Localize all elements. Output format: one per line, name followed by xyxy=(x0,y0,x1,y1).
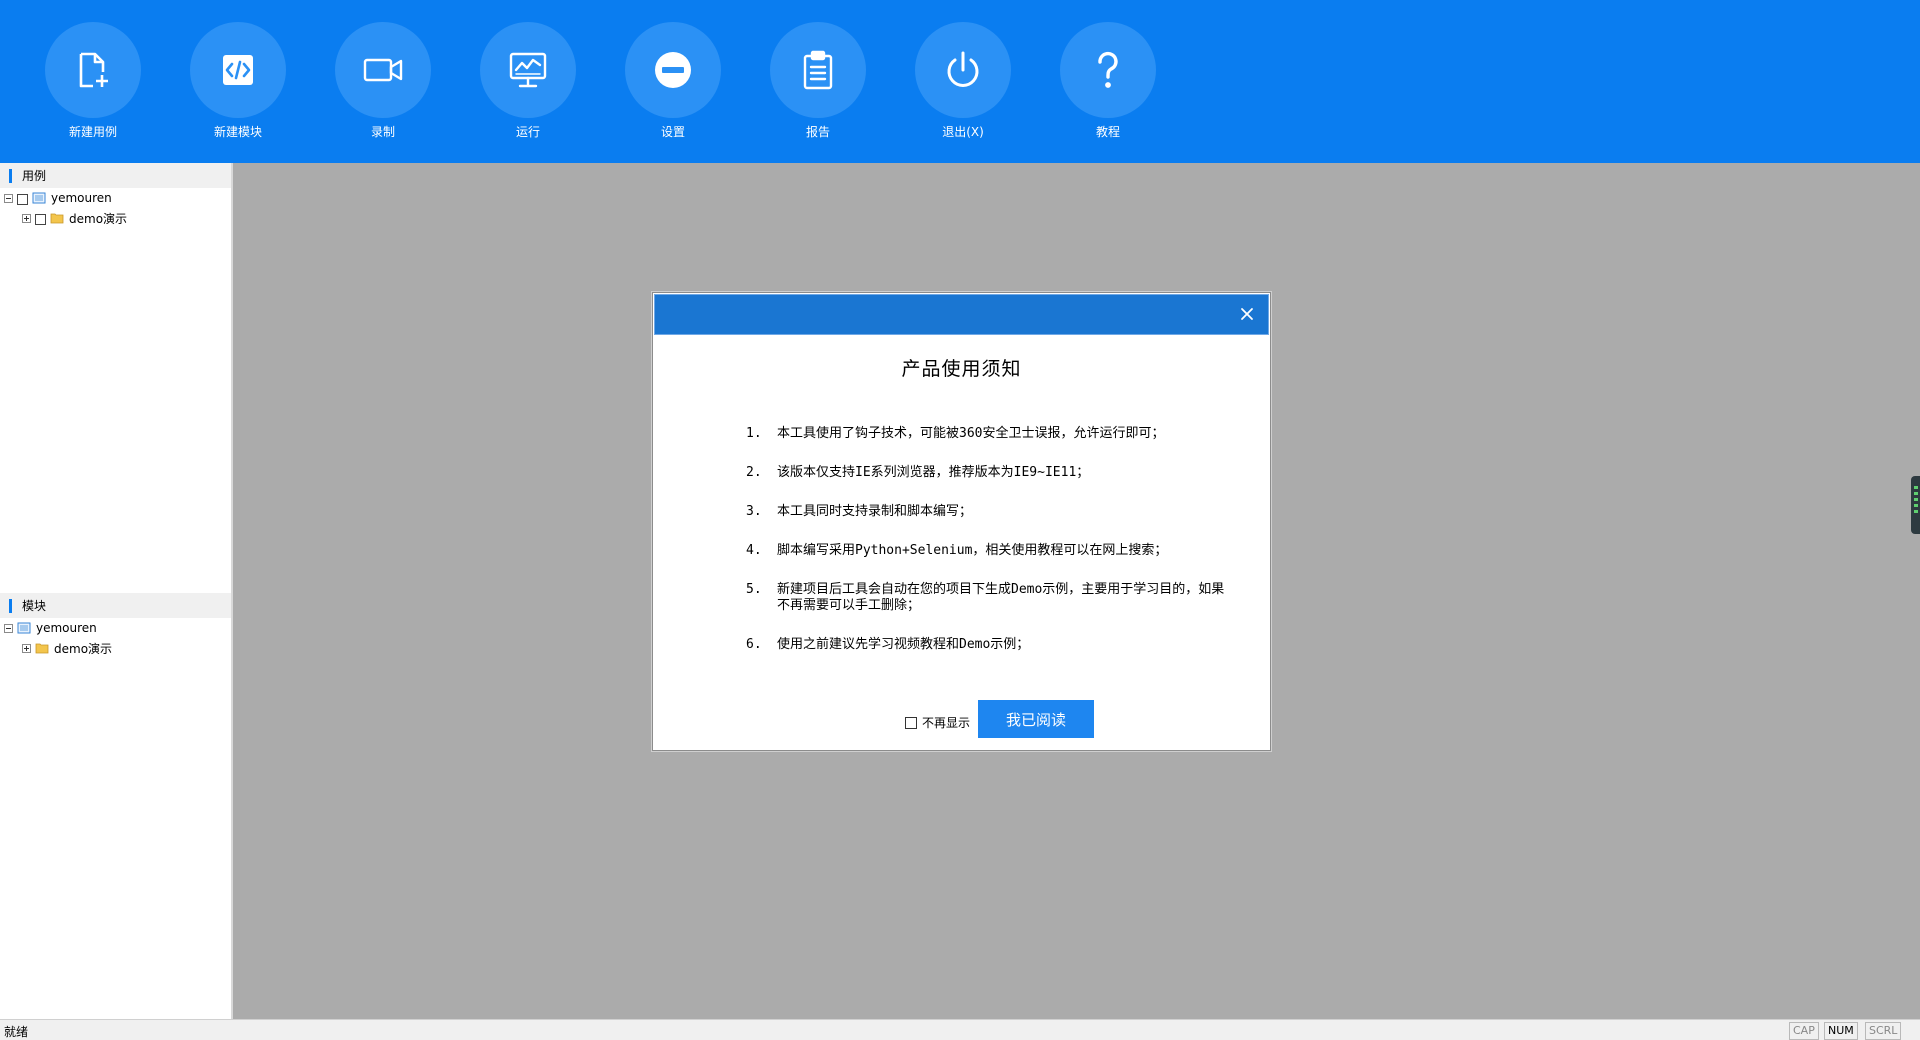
read-confirm-button[interactable]: 我已阅读 xyxy=(978,700,1095,738)
project-icon xyxy=(17,622,31,634)
tutorial-button[interactable]: 教程 xyxy=(1053,22,1163,142)
scroll-lock-indicator: SCRL xyxy=(1865,1022,1902,1040)
new-case-label: 新建用例 xyxy=(68,125,117,139)
modules-demo-label: demo演示 xyxy=(54,641,113,656)
clipboard-icon xyxy=(770,22,866,118)
power-icon xyxy=(915,22,1011,118)
num-lock-indicator: NUM xyxy=(1824,1022,1858,1040)
notice-dialog: 产品使用须知 1. 本工具使用了钩子技术，可能被360安全卫士误报，允许运行即可… xyxy=(652,292,1271,751)
cases-demo-label: demo演示 xyxy=(69,211,128,226)
folder-icon xyxy=(50,213,64,224)
cases-panel-title: 用例 xyxy=(22,169,47,183)
settings-button[interactable]: 设置 xyxy=(618,22,728,142)
record-button[interactable]: 录制 xyxy=(328,22,438,142)
notice-item: 2. 该版本仅支持IE系列浏览器，推荐版本为IE9~IE11； xyxy=(746,465,1090,480)
question-icon xyxy=(1060,22,1156,118)
notice-item: 5. 新建项目后工具会自动在您的项目下生成Demo示例，主要用于学习目的，如果不… xyxy=(746,582,1225,613)
report-button[interactable]: 报告 xyxy=(763,22,873,142)
modules-tree-root[interactable]: yemouren xyxy=(0,618,231,638)
dialog-titlebar[interactable] xyxy=(654,294,1269,335)
status-bar: 就绪 CAP NUM SCRL xyxy=(0,1019,1920,1040)
modules-panel-title: 模块 xyxy=(22,599,47,613)
dont-show-label: 不再显示 xyxy=(922,716,971,730)
new-module-label: 新建模块 xyxy=(213,125,262,139)
tree-checkbox[interactable] xyxy=(35,214,46,225)
collapse-toggle[interactable] xyxy=(4,193,13,203)
header-accent-bar xyxy=(9,168,12,183)
run-label: 运行 xyxy=(515,125,540,139)
dont-show-checkbox[interactable]: 不再显示 xyxy=(905,714,970,731)
checkbox-box[interactable] xyxy=(905,716,917,729)
app-window: 新建用例 新建模块 录制 运行 设置 报告 退出(X) 教程 用例 yemour… xyxy=(0,0,1920,1040)
record-label: 录制 xyxy=(370,125,395,139)
cases-panel: 用例 yemouren demo演示 xyxy=(0,163,231,228)
tutorial-label: 教程 xyxy=(1095,125,1120,139)
cases-tree-demo[interactable]: demo演示 xyxy=(0,208,231,228)
expand-toggle[interactable] xyxy=(22,643,31,653)
cases-panel-header: 用例 xyxy=(0,163,231,188)
left-sidebar: 用例 yemouren demo演示 模块 yemouren demo演示 xyxy=(0,163,233,1019)
dialog-footer: 不再显示 我已阅读 xyxy=(905,700,1095,738)
tree-checkbox[interactable] xyxy=(17,194,28,205)
minus-circle-icon xyxy=(625,22,721,118)
collapse-toggle[interactable] xyxy=(4,623,13,633)
modules-root-label: yemouren xyxy=(36,621,97,635)
run-button[interactable]: 运行 xyxy=(473,22,583,142)
modules-panel-header: 模块 xyxy=(0,593,231,618)
close-icon[interactable] xyxy=(1238,305,1256,323)
report-label: 报告 xyxy=(805,125,830,139)
folder-icon xyxy=(35,643,49,654)
header-accent-bar xyxy=(9,598,12,613)
notice-item: 4. 脚本编写采用Python+Selenium，相关使用教程可以在网上搜索； xyxy=(746,543,1168,558)
exit-label: 退出(X) xyxy=(942,125,984,139)
settings-label: 设置 xyxy=(660,125,685,139)
main-toolbar: 新建用例 新建模块 录制 运行 设置 报告 退出(X) 教程 xyxy=(0,0,1920,163)
monitor-chart-icon xyxy=(480,22,576,118)
cases-root-label: yemouren xyxy=(51,191,112,205)
caps-lock-indicator: CAP xyxy=(1789,1022,1819,1040)
dialog-heading: 产品使用须知 xyxy=(901,358,1022,380)
new-case-button[interactable]: 新建用例 xyxy=(38,22,148,142)
notice-list: 1. 本工具使用了钩子技术，可能被360安全卫士误报，允许运行即可； 2. 该版… xyxy=(746,426,1236,676)
code-file-icon xyxy=(190,22,286,118)
new-file-icon xyxy=(45,22,141,118)
new-module-button[interactable]: 新建模块 xyxy=(183,22,293,142)
exit-button[interactable]: 退出(X) xyxy=(908,22,1018,142)
video-camera-icon xyxy=(335,22,431,118)
side-dock-handle[interactable] xyxy=(1911,476,1920,534)
notice-item: 6. 使用之前建议先学习视频教程和Demo示例； xyxy=(746,637,1030,652)
expand-toggle[interactable] xyxy=(22,213,31,223)
modules-tree-demo[interactable]: demo演示 xyxy=(0,638,231,658)
modules-panel: 模块 yemouren demo演示 xyxy=(0,593,231,658)
project-icon xyxy=(32,192,46,204)
notice-item: 1. 本工具使用了钩子技术，可能被360安全卫士误报，允许运行即可； xyxy=(746,426,1165,441)
status-text: 就绪 xyxy=(4,1025,29,1039)
notice-item: 3. 本工具同时支持录制和脚本编写； xyxy=(746,504,973,519)
cases-tree-root[interactable]: yemouren xyxy=(0,188,231,208)
